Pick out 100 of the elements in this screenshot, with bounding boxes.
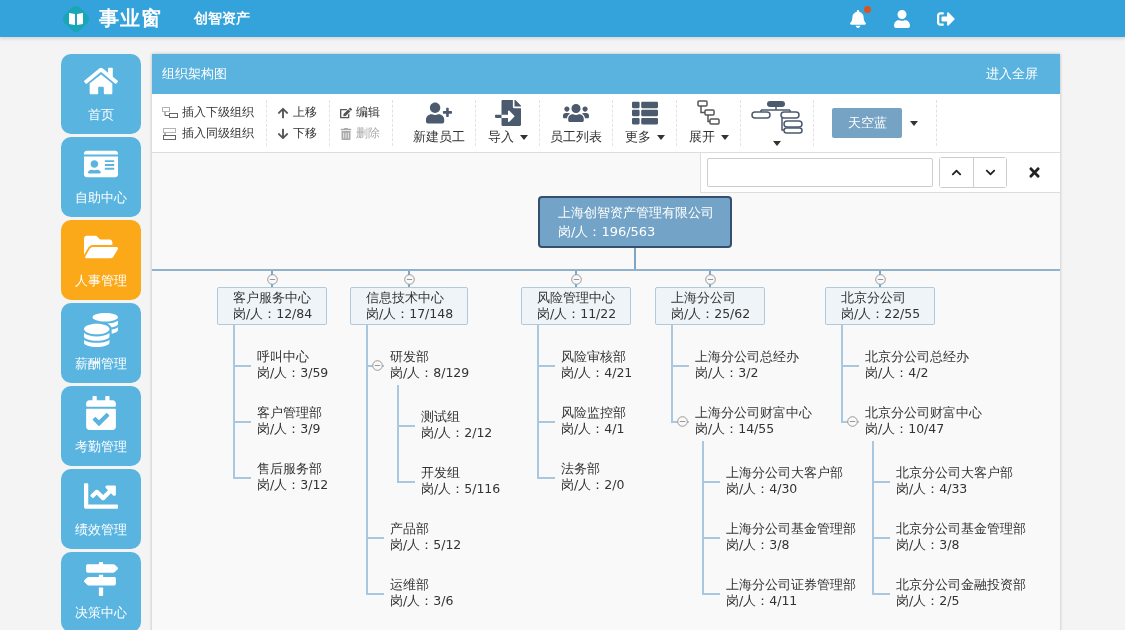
headcount-text: 岗/人：22/55 (841, 306, 921, 322)
collapse-icon[interactable] (704, 274, 716, 285)
unit-name[interactable]: 售后服务部 (257, 461, 322, 477)
toolbar-button[interactable]: 员工列表 (540, 100, 613, 146)
unit-name[interactable]: 呼叫中心 (257, 349, 309, 365)
headcount-text: 岗/人：14/55 (695, 421, 775, 437)
headcount-text: 岗/人：4/33 (896, 481, 968, 497)
collapse-icon[interactable] (570, 274, 582, 285)
arrow-up-icon (277, 106, 289, 119)
list-icon (631, 100, 658, 126)
unit-name: 北京分公司 (841, 290, 907, 306)
toolbar-button[interactable]: 插入下级组织 (162, 104, 254, 121)
toolbar-button[interactable]: 插入同级组织 (162, 125, 254, 142)
caret-icon (519, 134, 528, 140)
unit-name[interactable]: 北京分公司大客户部 (896, 465, 1013, 481)
headcount-text: 岗/人：3/6 (390, 593, 454, 609)
toolbar-button[interactable]: 更多 (613, 100, 677, 146)
coins-icon (84, 313, 118, 347)
headcount-text: 岗/人：17/148 (366, 306, 454, 322)
headcount-text: 岗/人：3/8 (896, 537, 960, 553)
unit-name[interactable]: 风险审核部 (561, 349, 626, 365)
logout-icon[interactable] (937, 9, 955, 28)
collapse-icon[interactable] (847, 416, 858, 427)
department-node[interactable]: 信息技术中心 岗/人：17/148 (350, 287, 469, 325)
insert-sibling-icon (162, 127, 178, 140)
headcount-text: 岗/人：10/47 (865, 421, 945, 437)
headcount-text: 岗/人：4/21 (561, 365, 633, 381)
collapse-icon[interactable] (266, 274, 278, 285)
chevron-up-icon (951, 167, 962, 178)
arrow-down-icon (277, 127, 289, 140)
unit-name[interactable]: 研发部 (390, 349, 429, 365)
unit-name[interactable]: 上海分公司证券管理部 (726, 577, 856, 593)
toolbar-button[interactable]: 上移 (277, 104, 317, 121)
headcount-text: 岗/人：8/129 (390, 365, 470, 381)
headcount-text: 岗/人：4/2 (865, 365, 929, 381)
toolbar-button[interactable]: 新建员工 (403, 100, 476, 146)
toolbar-button[interactable]: 展开 (677, 100, 741, 146)
caret-icon (773, 141, 781, 146)
user-icon[interactable] (893, 9, 911, 28)
logo-text: 事业窗 (99, 5, 162, 32)
collapse-icon[interactable] (372, 360, 383, 371)
unit-name[interactable]: 上海分公司大客户部 (726, 465, 843, 481)
unit-name[interactable]: 开发组 (421, 465, 460, 481)
panel-title: 组织架构图 (162, 65, 227, 83)
unit-name[interactable]: 运维部 (390, 577, 429, 593)
department-node[interactable]: 客户服务中心 岗/人：12/84 (217, 287, 328, 325)
next-button[interactable] (973, 158, 1006, 187)
unit-name[interactable]: 北京分公司财富中心 (865, 405, 982, 421)
hierarchy-icon (696, 100, 721, 126)
close-icon (1027, 165, 1042, 180)
unit-name[interactable]: 上海分公司基金管理部 (726, 521, 856, 537)
toolbar-button[interactable]: 导入 (476, 100, 540, 146)
toolbar-button[interactable]: 下移 (277, 125, 317, 142)
caret-icon (656, 134, 665, 140)
headcount-text: 岗/人：4/11 (726, 593, 798, 609)
headcount-text: 岗/人：4/1 (561, 421, 625, 437)
insert-child-icon (162, 106, 178, 119)
headcount-text: 岗/人：3/12 (257, 477, 329, 493)
department-node[interactable]: 风险管理中心 岗/人：11/22 (521, 287, 632, 325)
company-name: 创智资产 (194, 9, 250, 28)
headcount-text: 岗/人：4/30 (726, 481, 798, 497)
unit-name: 风险管理中心 (537, 290, 616, 306)
headcount-text: 岗/人：5/116 (421, 481, 501, 497)
tree-layout-icon (751, 100, 803, 134)
caret-icon (720, 134, 729, 140)
headcount-text: 岗/人：3/59 (257, 365, 329, 381)
trash-icon (340, 127, 352, 140)
headcount-text: 岗/人：3/8 (726, 537, 790, 553)
headcount-text: 岗/人：2/12 (421, 425, 493, 441)
unit-name: 上海分公司 (671, 290, 737, 306)
unit-name[interactable]: 测试组 (421, 409, 460, 425)
user-plus-icon (426, 100, 452, 126)
unit-name[interactable]: 北京分公司基金管理部 (896, 521, 1026, 537)
unit-name[interactable]: 法务部 (561, 461, 600, 477)
unit-name[interactable]: 上海分公司总经办 (695, 349, 799, 365)
headcount-text: 岗/人：196/563 (558, 223, 657, 241)
caret-icon[interactable] (910, 120, 918, 126)
headcount-text: 岗/人：12/84 (233, 306, 313, 322)
headcount-text: 岗/人：2/5 (896, 593, 960, 609)
collapse-icon[interactable] (403, 274, 415, 285)
unit-name: 信息技术中心 (366, 290, 445, 306)
headcount-text: 岗/人：11/22 (537, 306, 617, 322)
headcount-text: 岗/人：5/12 (390, 537, 462, 553)
company-name: 上海创智资产管理有限公司 (558, 204, 715, 222)
unit-name[interactable]: 风险监控部 (561, 405, 626, 421)
headcount-text: 岗/人：3/9 (257, 421, 321, 437)
unit-name[interactable]: 北京分公司金融投资部 (896, 577, 1026, 593)
unit-name[interactable]: 客户管理部 (257, 405, 322, 421)
chevron-down-icon (984, 167, 996, 178)
unit-name[interactable]: 产品部 (390, 521, 429, 537)
calendar-icon (84, 396, 118, 430)
unit-name: 客户服务中心 (233, 290, 312, 306)
unit-name[interactable]: 北京分公司总经办 (865, 349, 969, 365)
collapse-icon[interactable] (677, 416, 688, 427)
toolbar-button[interactable]: 编辑 (340, 104, 380, 121)
department-node[interactable]: 北京分公司 岗/人：22/55 (825, 287, 936, 325)
department-node[interactable]: 上海分公司 岗/人：25/62 (655, 287, 766, 325)
unit-name[interactable]: 上海分公司财富中心 (695, 405, 812, 421)
collapse-icon[interactable] (874, 274, 886, 285)
search-field[interactable] (707, 158, 933, 187)
